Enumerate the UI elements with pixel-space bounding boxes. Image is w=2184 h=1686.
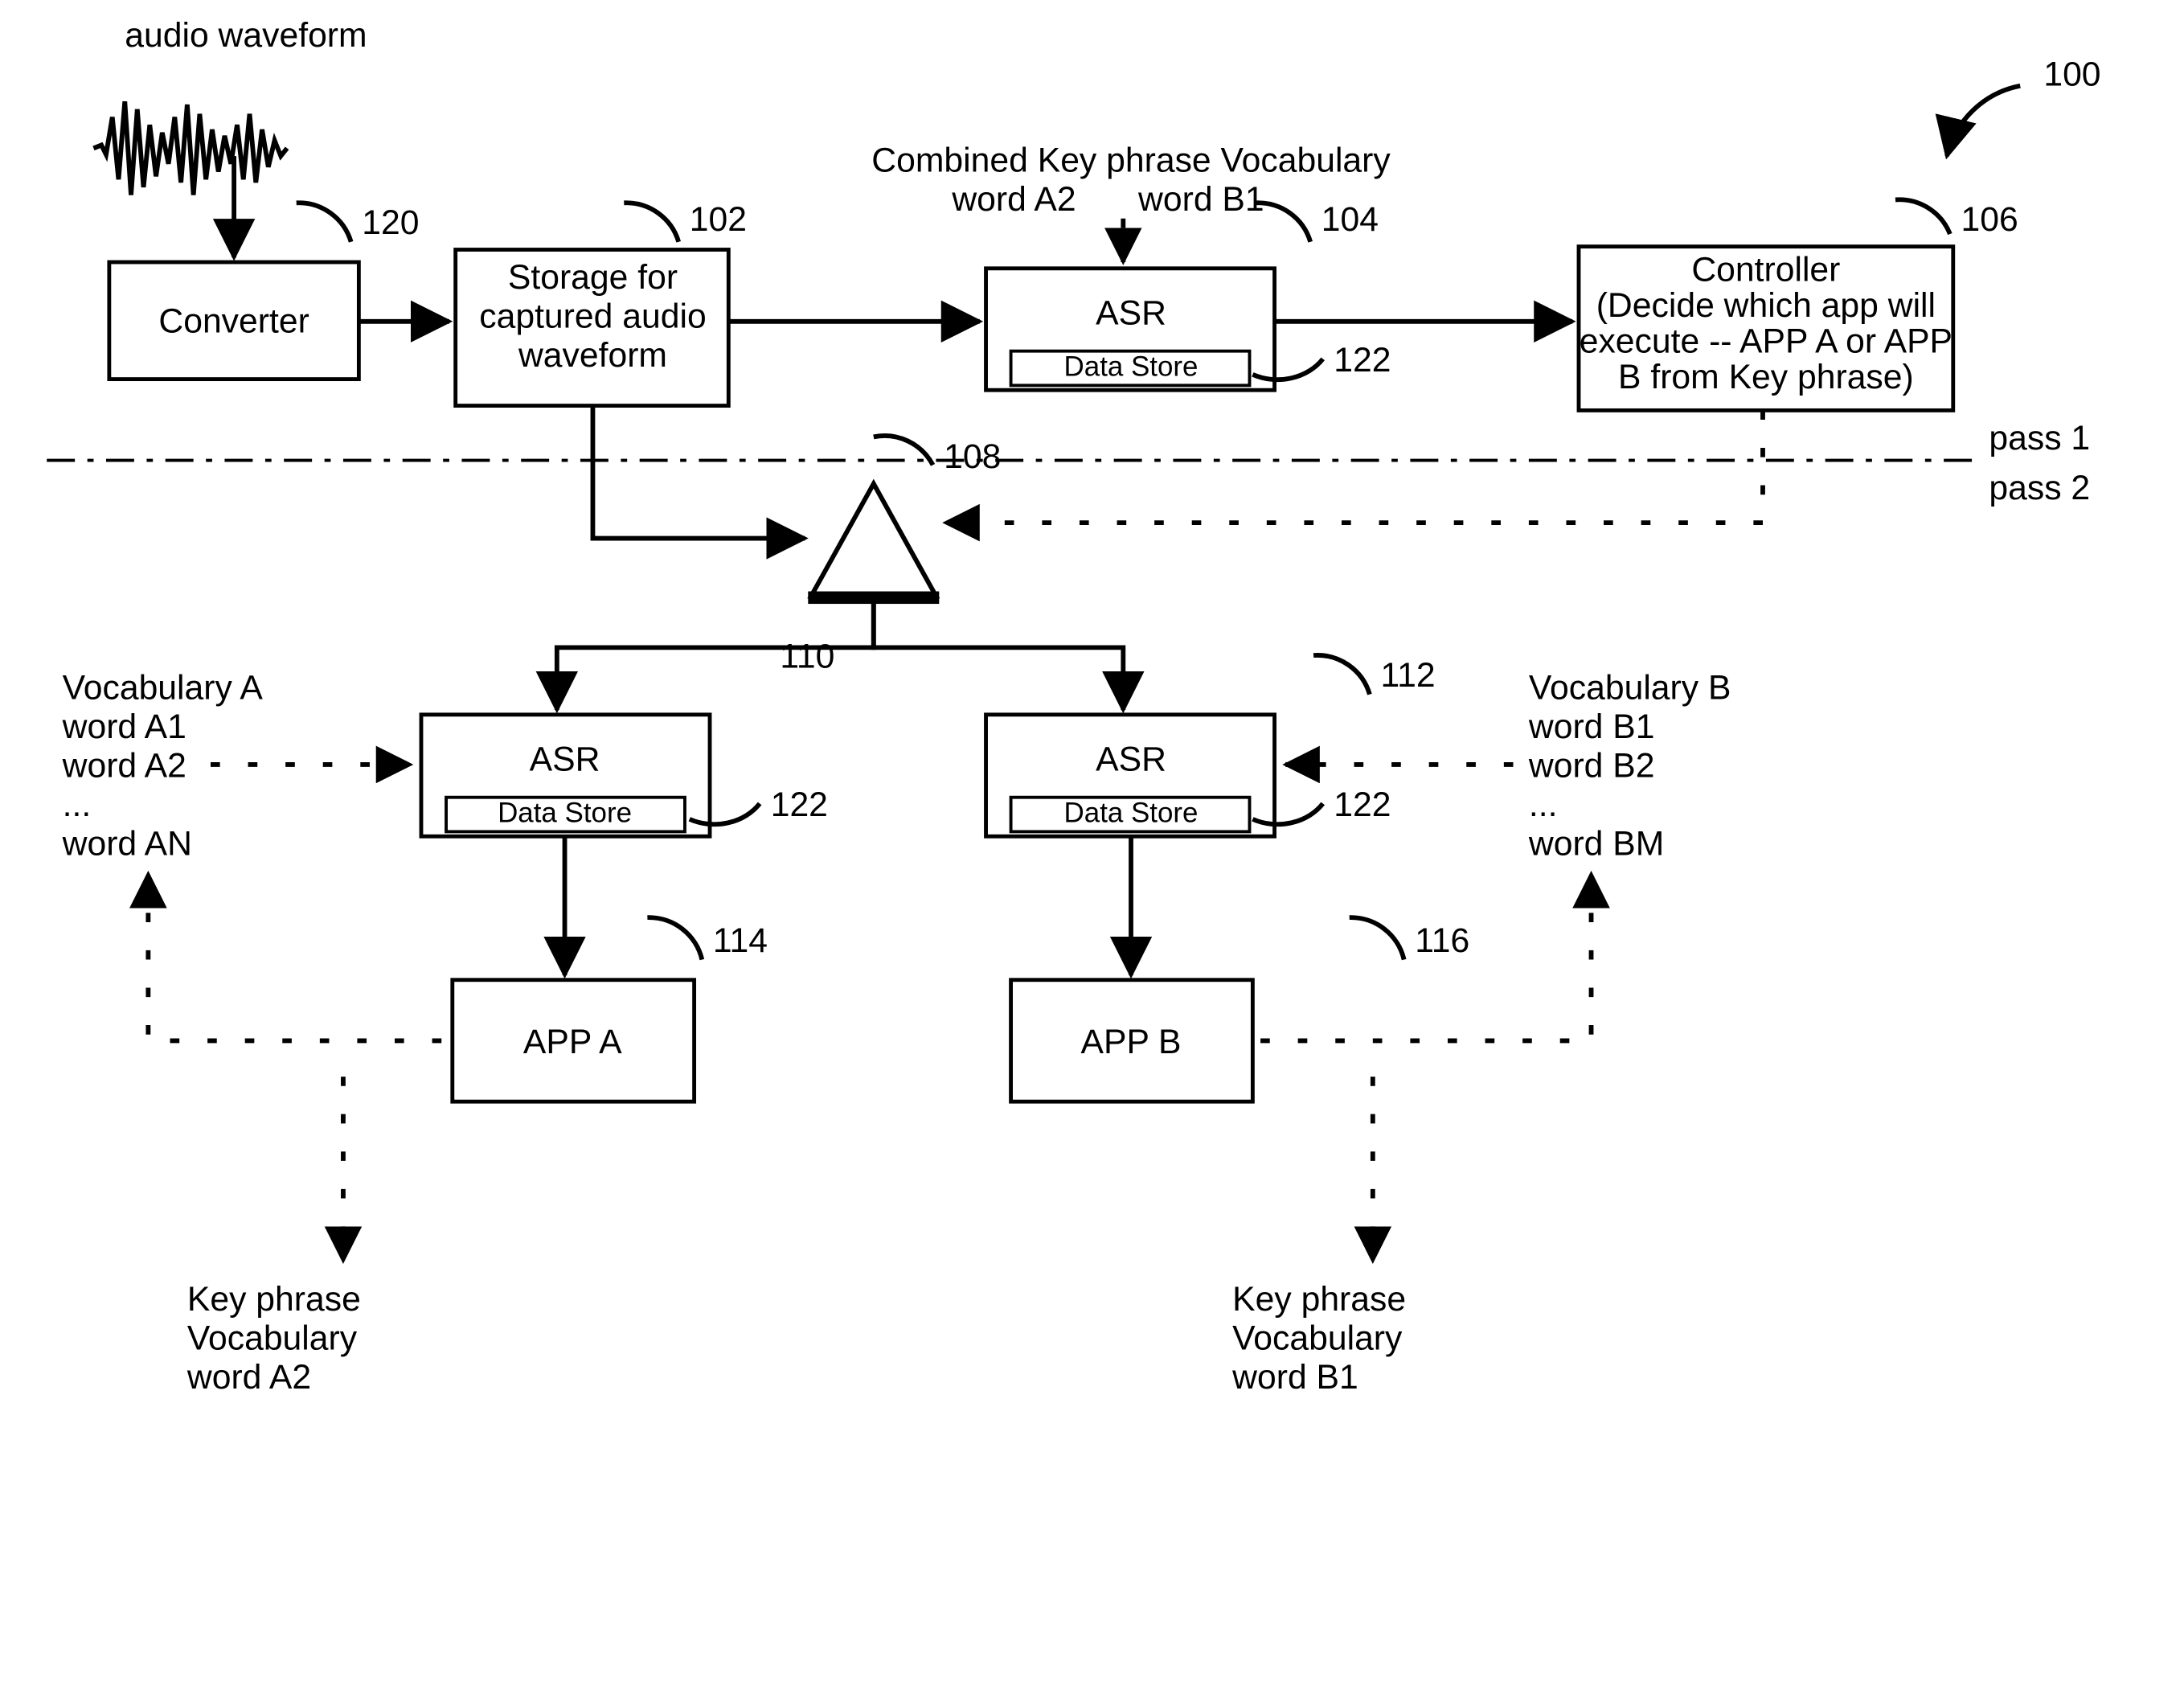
ref-112: 112 <box>1381 656 1436 695</box>
storage-l2: captured audio <box>479 297 706 336</box>
asr1-sub: Data Store <box>1064 351 1199 383</box>
vocabB-l3: word B2 <box>1528 746 1655 785</box>
keyB-l1: Key phrase <box>1232 1280 1406 1319</box>
key-a: Key phrase Vocabulary word A2 <box>186 1280 361 1397</box>
asr3-title: ASR <box>1096 740 1166 779</box>
appB-box: APP B 116 <box>1011 917 1470 1101</box>
ctrl-l3: execute -- APP A or APP <box>1580 322 1952 361</box>
asr1-box: ASR Data Store 104 122 Combined Key phra… <box>871 141 1391 390</box>
vocab-a: Vocabulary A word A1 word A2 ... word AN <box>62 668 411 863</box>
ref-106: 106 <box>1961 200 2018 239</box>
vocab-b: Vocabulary B word B1 word B2 ... word BM <box>1285 668 1731 863</box>
ref-108: 108 <box>944 437 1001 476</box>
vocabA-l5: word AN <box>62 825 192 864</box>
ref-122a: 122 <box>1334 341 1391 379</box>
ref-104: 104 <box>1321 200 1379 239</box>
asr3-box: ASR Data Store 122 112 <box>986 655 1436 836</box>
keyB-l2: Vocabulary <box>1232 1319 1403 1358</box>
ref-114: 114 <box>713 921 768 960</box>
ref-110: 110 <box>780 638 834 676</box>
asr2-box: ASR Data Store 122 110 <box>421 638 834 837</box>
converter-label: Converter <box>158 302 309 340</box>
asr2-title: ASR <box>530 740 600 779</box>
asr2-sub: Data Store <box>498 798 632 829</box>
ref-122c: 122 <box>1334 786 1391 824</box>
vocabB-l2: word B1 <box>1528 708 1655 746</box>
storage-box: Storage for captured audio waveform 102 <box>456 200 747 405</box>
appA-title: APP A <box>523 1023 622 1061</box>
appB-title: APP B <box>1081 1023 1182 1061</box>
pass2-label: pass 2 <box>1989 469 2090 507</box>
ref-100: 100 <box>2043 55 2100 94</box>
ctrl-l4: B from Key phrase) <box>1618 358 1914 396</box>
ref-122b: 122 <box>771 786 828 824</box>
pass1-label: pass 1 <box>1989 419 2090 457</box>
figure-ref-100: 100 <box>1947 55 2101 156</box>
keyA-l2: Vocabulary <box>187 1319 358 1358</box>
converter-box: Converter 120 <box>109 203 420 379</box>
appA-box: APP A 114 <box>453 917 768 1101</box>
ref-116: 116 <box>1415 921 1469 960</box>
vocabA-l1: Vocabulary A <box>63 668 264 707</box>
vocabA-l3: word A2 <box>62 746 186 785</box>
keyB-l3: word B1 <box>1231 1358 1358 1397</box>
waveform-icon <box>93 101 287 195</box>
asr1-top2b: word B1 <box>1137 180 1264 219</box>
vocabA-l2: word A1 <box>62 708 186 746</box>
storage-l3: waveform <box>518 336 667 375</box>
storage-l1: Storage for <box>508 258 678 297</box>
ref-120: 120 <box>362 203 419 242</box>
asr1-top2a: word A2 <box>951 180 1076 219</box>
keyA-l1: Key phrase <box>187 1280 361 1319</box>
vocabB-l1: Vocabulary B <box>1529 668 1731 707</box>
ctrl-l1: Controller <box>1691 250 1840 289</box>
vocabB-l5: word BM <box>1528 825 1664 864</box>
audio-waveform-label: audio waveform <box>125 16 367 55</box>
asr1-title: ASR <box>1096 294 1166 333</box>
keyA-l3: word A2 <box>186 1358 311 1397</box>
controller-box: Controller (Decide which app will execut… <box>1579 199 2018 410</box>
asr1-top1: Combined Key phrase Vocabulary <box>871 141 1391 179</box>
ref-102: 102 <box>690 200 747 239</box>
asr3-sub: Data Store <box>1064 798 1199 829</box>
key-b: Key phrase Vocabulary word B1 <box>1231 1280 1406 1397</box>
vocabB-l4: ... <box>1529 786 1558 824</box>
ctrl-l2: (Decide which app will <box>1596 286 1936 325</box>
diagram-canvas: 100 audio waveform Converter 120 Storage… <box>0 0 2184 1654</box>
vocabA-l4: ... <box>63 786 92 824</box>
